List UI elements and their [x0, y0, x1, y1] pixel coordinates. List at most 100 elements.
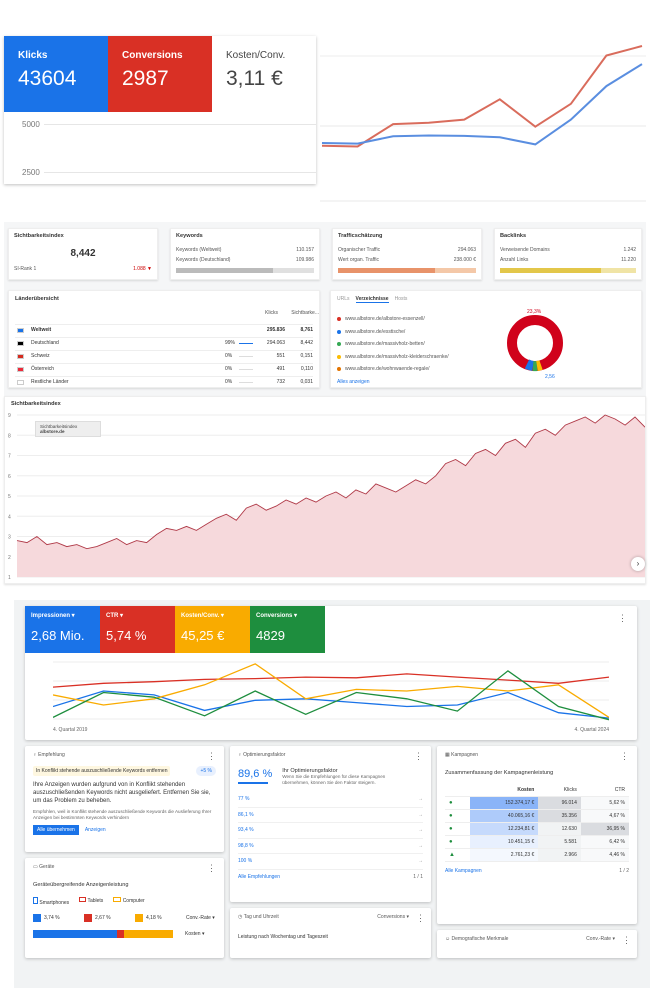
country-si: 0,151: [300, 353, 313, 359]
metric-conversions[interactable]: Conversions ▾ 4829: [250, 606, 325, 653]
y-tick: 2: [8, 555, 11, 561]
more-icon[interactable]: ⋮: [622, 936, 631, 945]
campaign-cell: 35.356: [538, 809, 581, 823]
tab-verzeichnisse[interactable]: Verzeichnisse: [355, 296, 389, 303]
opt-row[interactable]: 98,8 % →: [238, 839, 423, 854]
campaign-row[interactable]: ● 12.234,81 €12.630 36,95 %: [445, 822, 629, 836]
opt-row-value: 93,4 %: [238, 827, 254, 834]
country-row[interactable]: Österreich 0% 491 0,110: [15, 363, 313, 374]
legend-line: albstore.de: [40, 429, 65, 434]
more-icon[interactable]: ⋮: [620, 752, 629, 761]
y-tick: 8: [8, 433, 11, 439]
country-row[interactable]: Restliche Länder 0% 732 0,031: [15, 376, 313, 387]
url-text: www.albstore.de/wohnwaende-regale/: [345, 366, 430, 373]
tile-klicks[interactable]: Klicks 43604: [4, 36, 108, 112]
metric-impressionen[interactable]: Impressionen ▾ 2,68 Mio.: [25, 606, 100, 653]
country-row[interactable]: Weltweit 295.836 8,761: [15, 324, 313, 335]
url-row[interactable]: www.albstore.de/massivholz-betten/: [337, 338, 635, 351]
performance-line-chart: [320, 45, 646, 202]
country-name: Schweiz: [31, 353, 50, 359]
show-button[interactable]: Anzeigen: [85, 827, 106, 833]
y-tick: 3: [8, 535, 11, 541]
scroll-next-button[interactable]: ›: [631, 557, 645, 571]
box-title: Backlinks: [500, 233, 527, 239]
more-icon[interactable]: ⋮: [618, 614, 627, 623]
box-title: Keywords: [176, 233, 203, 239]
y-tick: 6: [8, 474, 11, 480]
opt-score: 89,6 %: [238, 768, 273, 780]
tab-hosts[interactable]: Hosts: [395, 296, 408, 303]
campaign-icon: ▦: [445, 752, 450, 758]
url-row[interactable]: www.albstore.de/wohnwaende-regale/: [337, 363, 635, 376]
metric-label: Conversions ▾: [256, 613, 298, 619]
tile-kosten-conv[interactable]: Kosten/Conv. 3,11 €: [212, 36, 316, 112]
legend-dot: [337, 342, 341, 347]
apply-all-button[interactable]: Alle übernehmen: [33, 825, 79, 835]
empfehlung-card: ♀ Empfehlung ⋮ In Konflikt stehende ausz…: [25, 746, 224, 852]
url-row[interactable]: www.albstore.de/esstische/: [337, 326, 635, 339]
arrow-icon: →: [418, 827, 423, 834]
campaign-cell: 10.451,15 €: [470, 835, 539, 849]
country-klicks: 294.063: [266, 340, 285, 346]
url-row[interactable]: www.albstore.de/massivholz-kleiderschrae…: [337, 351, 635, 364]
people-icon: ☺: [445, 936, 451, 942]
opt-row[interactable]: 77 % →: [238, 792, 423, 808]
campaign-cell: 2.761,23 €: [470, 848, 539, 862]
campaign-row[interactable]: ● 40.065,16 €35.356 4,67 %: [445, 809, 629, 823]
row-label: Anzahl Links: [500, 257, 529, 263]
all-recommendations-link[interactable]: Alle Empfehlungen: [238, 874, 280, 880]
country-pct: 0%: [225, 379, 233, 385]
country-klicks: 295.836: [266, 327, 285, 333]
metric-select[interactable]: Conversions ▾: [377, 914, 409, 920]
url-row[interactable]: www.albstore.de/albstore-essenzell/: [337, 313, 635, 326]
tile-conversions[interactable]: Conversions 2987: [108, 36, 212, 112]
series-line: [53, 670, 609, 721]
tile-label: Conversions: [122, 50, 183, 61]
country-row[interactable]: Schweiz 0% 551 0,151: [15, 350, 313, 361]
tab-urls[interactable]: URLs: [337, 296, 350, 303]
opt-row-value: 77 %: [238, 796, 250, 803]
campaign-row[interactable]: ● 152.374,17 €96.014 5,62 %: [445, 796, 629, 810]
metric-ctr[interactable]: CTR ▾ 5,74 %: [100, 606, 175, 653]
metric-kosten-conv[interactable]: Kosten/Conv. ▾ 45,25 €: [175, 606, 250, 653]
metric-select[interactable]: Conv.-Rate ▾: [586, 936, 615, 942]
opt-row[interactable]: 93,4 % →: [238, 823, 423, 839]
si-rank-value: 1.088 ▼: [133, 266, 152, 272]
col-header[interactable]: CTR: [580, 784, 629, 797]
more-icon[interactable]: ⋮: [207, 864, 216, 873]
metric-value: 5,74 %: [106, 628, 147, 643]
share-bar: [239, 356, 253, 357]
row-label: Verweisende Domains: [500, 247, 550, 253]
campaign-row[interactable]: ● 10.451,15 €5.581 6,42 %: [445, 835, 629, 849]
pager[interactable]: 1 / 1: [413, 874, 423, 880]
col-header[interactable]: Kosten: [470, 784, 539, 797]
campaign-row[interactable]: ▲ 2.761,23 €2.966 4,46 %: [445, 848, 629, 862]
opt-row[interactable]: 86,1 % →: [238, 808, 423, 823]
flag-icon: [17, 367, 24, 372]
col-header[interactable]: Klicks: [538, 784, 581, 797]
show-all-link[interactable]: Alles anzeigen: [337, 379, 635, 385]
country-name: Deutschland: [31, 340, 59, 346]
pager[interactable]: 1 / 2: [619, 868, 629, 874]
all-campaigns-link[interactable]: Alle Kampagnen: [445, 868, 482, 874]
flag-icon: [17, 328, 24, 333]
campaign-cell: 36,95 %: [580, 822, 629, 836]
more-icon[interactable]: ⋮: [207, 752, 216, 761]
share-bar: [239, 369, 253, 370]
metric-select[interactable]: Conv.-Rate ▾: [186, 915, 215, 921]
card-title: Tag und Uhrzeit: [243, 914, 279, 920]
country-row[interactable]: Deutschland 99% 294.063 8,442: [15, 337, 313, 348]
chart-title: Sichtbarkeitsindex: [11, 401, 61, 407]
lightbulb-icon: ♀: [238, 752, 242, 758]
cost-select[interactable]: Kosten ▾: [185, 931, 204, 937]
x-axis-start: 4. Quartal 2019: [53, 727, 88, 733]
share-bar: [239, 343, 253, 344]
gridline: [44, 172, 316, 173]
kampagnen-card: ▦ Kampagnen ⋮ Zusammenfassung der Kampag…: [437, 746, 637, 924]
more-icon[interactable]: ⋮: [414, 752, 423, 761]
recommendation-badge: In Konflikt stehende auszuschließende Ke…: [33, 766, 171, 776]
opt-row[interactable]: 100 % →: [238, 854, 423, 870]
more-icon[interactable]: ⋮: [416, 914, 425, 923]
summary-card: Klicks 43604 Conversions 2987 Kosten/Con…: [4, 36, 316, 184]
campaign-cell: 12.630: [538, 822, 581, 836]
